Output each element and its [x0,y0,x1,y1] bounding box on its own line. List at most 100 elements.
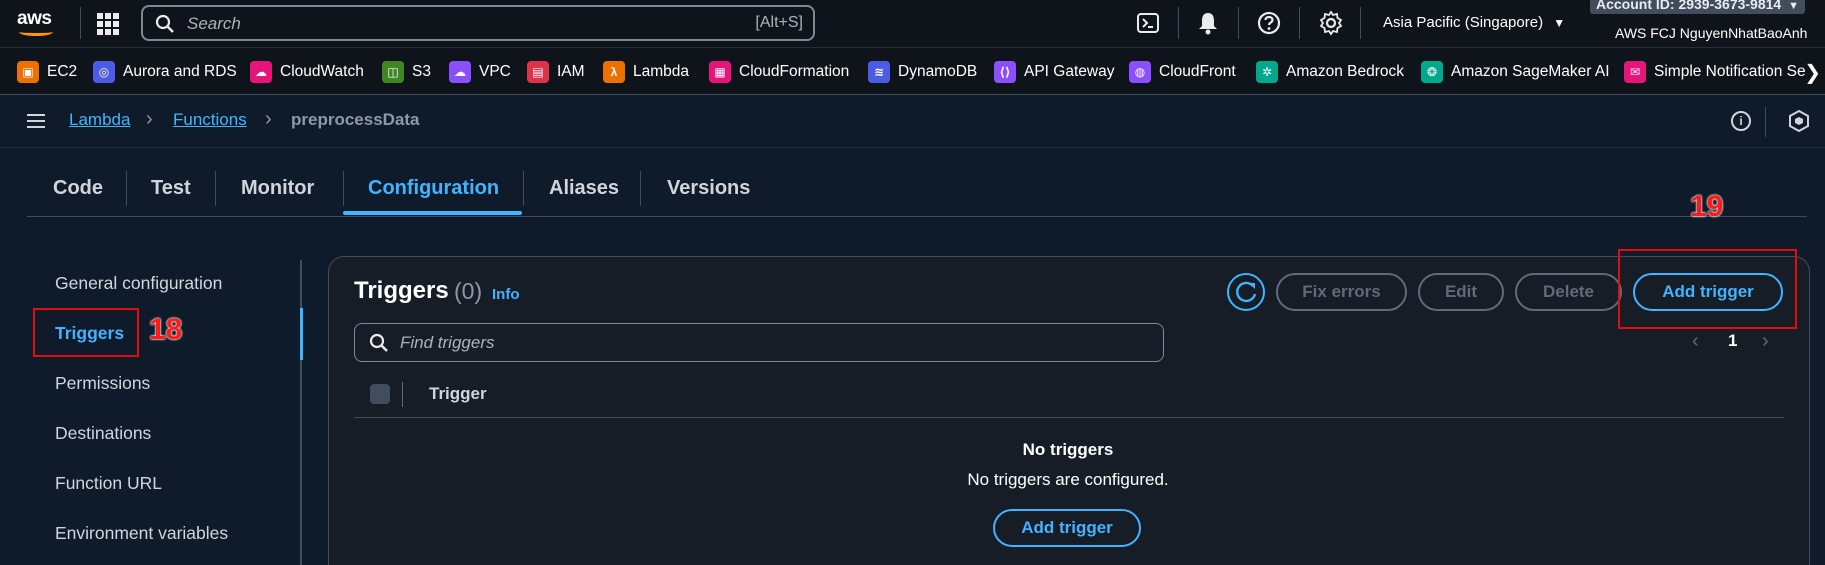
chevron-right-icon: › [146,108,153,130]
help-icon[interactable] [1256,10,1282,36]
cloudshell-icon[interactable] [1135,10,1161,36]
sidenav-destinations[interactable]: Destinations [55,423,151,444]
divider [1360,7,1361,39]
favorite-vpc[interactable]: ☁ VPC [449,61,511,83]
user-menu[interactable]: AWS FCJ NguyenNhatBaoAnh [1615,25,1807,41]
empty-state-title: No triggers [1022,440,1114,459]
sidenav-permissions[interactable]: Permissions [55,373,150,394]
divider [1299,7,1300,39]
tab-configuration[interactable]: Configuration [368,177,499,200]
favorite-label: CloudWatch [280,63,364,80]
sagemaker-icon: ❂ [1421,61,1443,83]
breadcrumb-functions[interactable]: Functions [173,110,247,130]
find-placeholder: Find triggers [400,333,495,352]
divider [640,171,641,206]
divider [523,171,524,206]
delete-button[interactable]: Delete [1515,273,1622,311]
lambda-icon: λ [603,61,625,83]
annotation-label-18: 18 [149,313,183,346]
tab-monitor[interactable]: Monitor [241,177,314,200]
dynamodb-icon: ≋ [868,61,890,83]
favorite-bedrock[interactable]: ✲ Amazon Bedrock [1256,61,1404,83]
edit-button[interactable]: Edit [1418,273,1504,311]
ec2-icon: ▣ [17,61,39,83]
global-search-input[interactable]: Search [Alt+S] [141,5,815,41]
favorite-label: Lambda [633,63,690,80]
api-gateway-icon: ⟨⟩ [994,61,1016,83]
chevron-right-icon[interactable]: ❯ [1804,60,1821,85]
region-selector[interactable]: Asia Pacific (Singapore) ▼ [1383,14,1565,31]
bedrock-icon: ✲ [1256,61,1278,83]
breadcrumb-lambda[interactable]: Lambda [69,110,130,130]
search-placeholder: Search [187,14,241,33]
bell-icon[interactable] [1195,10,1221,36]
sidenav-function-url[interactable]: Function URL [55,473,162,494]
tab-test[interactable]: Test [151,177,191,200]
divider [1765,107,1766,137]
fix-errors-button[interactable]: Fix errors [1276,273,1407,311]
info-link[interactable]: Info [492,286,520,303]
find-triggers-input[interactable]: Find triggers [354,323,1164,362]
favorite-sns[interactable]: ✉ Simple Notification Se [1624,61,1806,83]
refresh-button[interactable] [1227,273,1265,311]
tab-code[interactable]: Code [53,177,103,200]
favorite-api-gateway[interactable]: ⟨⟩ API Gateway [994,61,1114,83]
active-tab-indicator [343,211,522,215]
favorite-label: IAM [557,63,585,80]
table-header: Trigger [354,377,1784,418]
feedback-icon[interactable] [1788,110,1810,132]
favorite-s3[interactable]: ◫ S3 [382,61,431,83]
favorite-label: EC2 [47,63,78,80]
favorite-aurora-rds[interactable]: ◎ Aurora and RDS [93,61,237,83]
panel-title: Triggers [354,277,449,304]
chevron-right-icon[interactable]: › [1762,330,1769,353]
aws-logo[interactable]: aws [17,8,59,38]
page-number[interactable]: 1 [1728,331,1737,351]
favorite-cloudformation[interactable]: ▦ CloudFormation [709,61,849,83]
favorite-label: CloudFront [1159,63,1236,80]
column-trigger[interactable]: Trigger [429,384,487,404]
divider [126,171,127,206]
sns-icon: ✉ [1624,61,1646,83]
sidenav-general-configuration[interactable]: General configuration [55,273,222,294]
menu-icon[interactable] [27,114,45,128]
favorite-dynamodb[interactable]: ≋ DynamoDB [868,61,977,83]
info-icon[interactable]: i [1731,111,1751,131]
favorite-ec2[interactable]: ▣ EC2 [17,61,77,83]
chevron-right-icon: › [265,108,272,130]
annotation-box-18 [33,308,139,357]
favorite-lambda[interactable]: λ Lambda [603,61,689,83]
rds-icon: ◎ [93,61,115,83]
caret-down-icon: ▼ [1553,16,1566,30]
s3-icon: ◫ [382,61,404,83]
tab-aliases[interactable]: Aliases [549,177,619,200]
select-all-checkbox[interactable] [370,384,390,404]
divider [343,171,344,206]
search-icon [369,333,388,352]
favorite-label: DynamoDB [898,63,978,80]
sidenav-active-indicator [300,308,303,360]
favorite-label: Amazon Bedrock [1286,63,1405,80]
sidenav-environment-variables[interactable]: Environment variables [55,523,228,544]
caret-down-icon: ▼ [1788,0,1799,12]
breadcrumb-bar: Lambda › Functions › preprocessData i [0,95,1825,148]
favorite-cloudfront[interactable]: ◍ CloudFront [1129,61,1236,83]
chevron-left-icon[interactable]: ‹ [1692,330,1699,353]
favorite-iam[interactable]: ▤ IAM [527,61,585,83]
empty-add-trigger-button[interactable]: Add trigger [993,509,1141,547]
favorite-label: CloudFormation [739,63,850,80]
tab-versions[interactable]: Versions [667,177,750,200]
annotation-box-19 [1618,249,1797,329]
cloudfront-icon: ◍ [1129,61,1151,83]
favorite-cloudwatch[interactable]: ☁ CloudWatch [250,61,364,83]
account-id: Account ID: 2939-3673-9814 [1596,0,1782,12]
favorite-label: Aurora and RDS [123,63,237,80]
divider [1238,7,1239,39]
services-menu-icon[interactable] [97,13,119,35]
settings-icon[interactable] [1318,10,1344,36]
favorite-sagemaker[interactable]: ❂ Amazon SageMaker AI [1421,61,1610,83]
cloudwatch-icon: ☁ [250,61,272,83]
favorite-label: API Gateway [1024,63,1115,80]
top-navigation-bar: aws Search [Alt+S] Asia Pacific (Singapo… [0,0,1825,47]
empty-state-message: No triggers are configured. [967,470,1169,489]
